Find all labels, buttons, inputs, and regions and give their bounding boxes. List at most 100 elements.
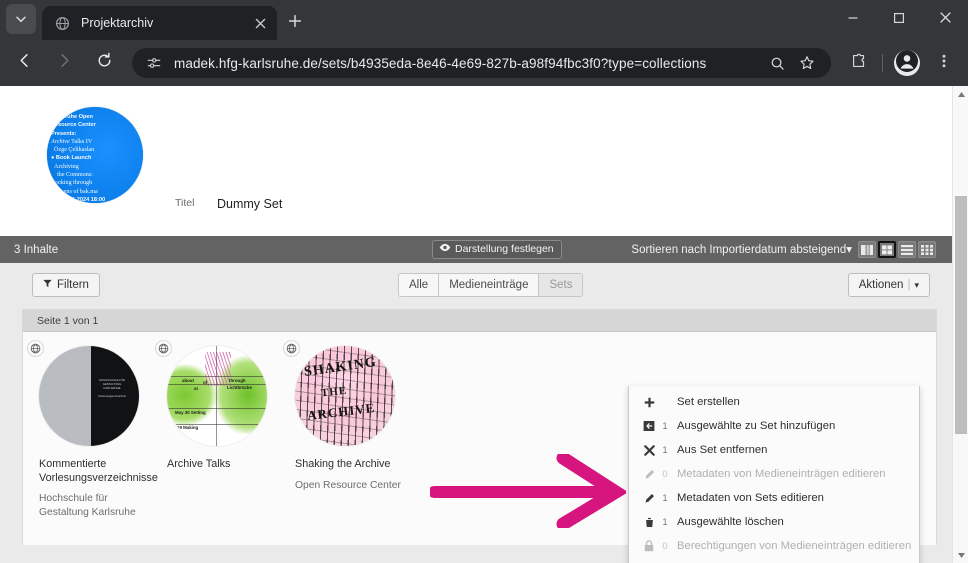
- window-controls: [830, 0, 968, 40]
- page-viewport: Karlsruhe Open Resource Center Presents:…: [0, 86, 968, 563]
- set-display-button-label: Darstellung festlegen: [455, 243, 554, 255]
- view-toggle-grid[interactable]: [878, 241, 896, 258]
- plus-icon: [641, 397, 657, 408]
- close-icon: [939, 11, 952, 29]
- view-toggle-tiles[interactable]: [918, 241, 936, 258]
- arrow-left-icon: [16, 52, 33, 74]
- actions-button-label: Aktionen: [858, 279, 904, 291]
- trash-icon: [641, 517, 657, 528]
- view-toggle-list[interactable]: [898, 241, 916, 258]
- person-avatar-icon: [896, 49, 918, 77]
- content-count: 3 Inhalte: [14, 243, 59, 256]
- tab-sets[interactable]: Sets: [538, 273, 584, 297]
- new-tab-button[interactable]: [282, 10, 308, 36]
- tune-icon[interactable]: [144, 53, 164, 73]
- menu-item-ausgewaehlte-zu-set-hinzufuegen[interactable]: 1 Ausgewählte zu Set hinzufügen: [629, 414, 919, 438]
- chevron-down-icon: ▾: [846, 244, 852, 256]
- list-item[interactable]: SHAKING THE ARCHIVE Shaking the Archive …: [283, 340, 417, 519]
- menu-item-count: 1: [662, 420, 668, 432]
- star-icon[interactable]: [795, 51, 819, 75]
- profile-button[interactable]: [894, 49, 920, 77]
- visibility-icon[interactable]: [27, 340, 44, 357]
- filter-button-label: Filtern: [57, 279, 89, 291]
- card-thumbnail[interactable]: SHAKING THE ARCHIVE: [295, 346, 395, 446]
- content-type-tabs: Alle Medieneinträge Sets: [398, 273, 584, 297]
- content-summary-bar: 3 Inhalte Darstellung festlegen Sortiere…: [0, 236, 952, 263]
- menu-item-ausgewaehlte-loeschen[interactable]: 1 Ausgewählte löschen: [629, 510, 919, 534]
- card-thumbnail[interactable]: about of through at Lichtbrücke May 30 S…: [167, 346, 267, 446]
- card-title[interactable]: Shaking the Archive: [295, 458, 413, 472]
- triangle-down-icon: [957, 546, 966, 563]
- menu-item-aus-set-entfernen[interactable]: 1 Aus Set entfernen: [629, 438, 919, 462]
- forward-button[interactable]: [48, 47, 80, 79]
- pagination-indicator: Seite 1 von 1: [23, 310, 936, 332]
- chrome-menu-button[interactable]: [929, 48, 959, 78]
- lock-icon: [641, 540, 657, 552]
- scroll-down-button[interactable]: [953, 547, 968, 563]
- card-title[interactable]: Archive Talks: [167, 458, 285, 472]
- menu-item-label: Aus Set entfernen: [677, 444, 768, 456]
- toolbar-divider: [882, 54, 883, 72]
- chevron-down-icon: [15, 13, 27, 25]
- set-title-value: Dummy Set: [217, 197, 283, 211]
- visibility-icon[interactable]: [283, 340, 300, 357]
- visibility-icon[interactable]: [155, 340, 172, 357]
- menu-item-label: Ausgewählte zu Set hinzufügen: [677, 420, 836, 432]
- pink-scribble-poster: SHAKING THE ARCHIVE: [295, 346, 395, 446]
- maximize-button[interactable]: [876, 0, 922, 40]
- list-item[interactable]: about of through at Lichtbrücke May 30 S…: [155, 340, 289, 519]
- tab-strip: Projektarchiv: [0, 0, 968, 40]
- set-detail-header: Karlsruhe Open Resource Center Presents:…: [0, 86, 952, 236]
- menu-item-label: Metadaten von Sets editieren: [677, 492, 824, 504]
- card-title[interactable]: Kommentierte Vorlesungsverzeichnisse: [39, 458, 158, 485]
- reload-button[interactable]: [88, 47, 120, 79]
- tab-medieneintraege[interactable]: Medieneinträge: [438, 273, 539, 297]
- menu-item-berechtigungen-von-sets-editieren[interactable]: 1 Berechtigungen von Sets editieren: [629, 558, 919, 563]
- three-dots-vertical-icon: [936, 53, 952, 74]
- actions-button[interactable]: Aktionen | ▾: [847, 273, 930, 297]
- actions-dropdown-menu: Set erstellen 1 Ausgewählte zu Set hinzu…: [628, 386, 920, 563]
- maximize-icon: [893, 11, 905, 29]
- tab-alle[interactable]: Alle: [398, 273, 439, 297]
- set-cover-thumbnail[interactable]: Karlsruhe Open Resource Center Presents:…: [47, 107, 143, 203]
- triangle-up-icon: [957, 85, 966, 103]
- filter-button[interactable]: Filtern: [32, 273, 100, 297]
- address-bar[interactable]: madek.hfg-karlsruhe.de/sets/b4935eda-8e4…: [132, 48, 831, 78]
- eye-icon: [439, 243, 451, 255]
- view-toggle-list-detail[interactable]: [858, 241, 876, 258]
- extensions-button[interactable]: [844, 48, 874, 78]
- green-poster: about of through at Lichtbrücke May 30 S…: [167, 346, 267, 446]
- pencil-icon: [641, 469, 657, 480]
- scrollbar-thumb[interactable]: [955, 196, 967, 434]
- minimize-button[interactable]: [830, 0, 876, 40]
- card-subtitle: Open Resource Center: [295, 479, 401, 491]
- arrow-right-icon: [56, 52, 73, 74]
- menu-item-label: Ausgewählte löschen: [677, 516, 784, 528]
- menu-item-count: 0: [662, 540, 668, 552]
- tab-search-button[interactable]: [6, 4, 36, 34]
- close-window-button[interactable]: [922, 0, 968, 40]
- tab-title: Projektarchiv: [81, 16, 154, 30]
- set-title-row: Titel Dummy Set: [175, 197, 282, 211]
- back-button[interactable]: [8, 47, 40, 79]
- poster-text: Karlsruhe Open Resource Center Presents:…: [51, 114, 106, 203]
- close-icon[interactable]: [251, 14, 269, 32]
- globe-icon: [54, 15, 71, 32]
- search-icon[interactable]: [765, 51, 789, 75]
- menu-item-count: 1: [662, 444, 668, 456]
- add-to-set-icon: [641, 420, 657, 432]
- browser-tab[interactable]: Projektarchiv: [42, 6, 277, 40]
- menu-item-count: 0: [662, 468, 668, 480]
- pencil-icon: [641, 493, 657, 504]
- set-display-button[interactable]: Darstellung festlegen: [432, 240, 562, 259]
- sort-selector[interactable]: Sortieren nach Importierdatum absteigend…: [631, 242, 852, 256]
- scroll-up-button[interactable]: [953, 86, 968, 102]
- menu-item-label: Set erstellen: [677, 396, 740, 408]
- card-thumbnail[interactable]: HOCHSCHULE FÜR GESTALTUNG KARLSRUHE Vorles…: [39, 346, 139, 446]
- card-subtitle: Hochschule für Gestaltung Karlsruhe: [39, 493, 136, 518]
- menu-item-set-erstellen[interactable]: Set erstellen: [629, 390, 919, 414]
- menu-item-metadaten-von-sets-editieren[interactable]: 1 Metadaten von Sets editieren: [629, 486, 919, 510]
- toolbar-right-actions: [841, 48, 962, 78]
- list-item[interactable]: HOCHSCHULE FÜR GESTALTUNG KARLSRUHE Vorles…: [27, 340, 161, 519]
- page-scrollbar[interactable]: [952, 86, 968, 563]
